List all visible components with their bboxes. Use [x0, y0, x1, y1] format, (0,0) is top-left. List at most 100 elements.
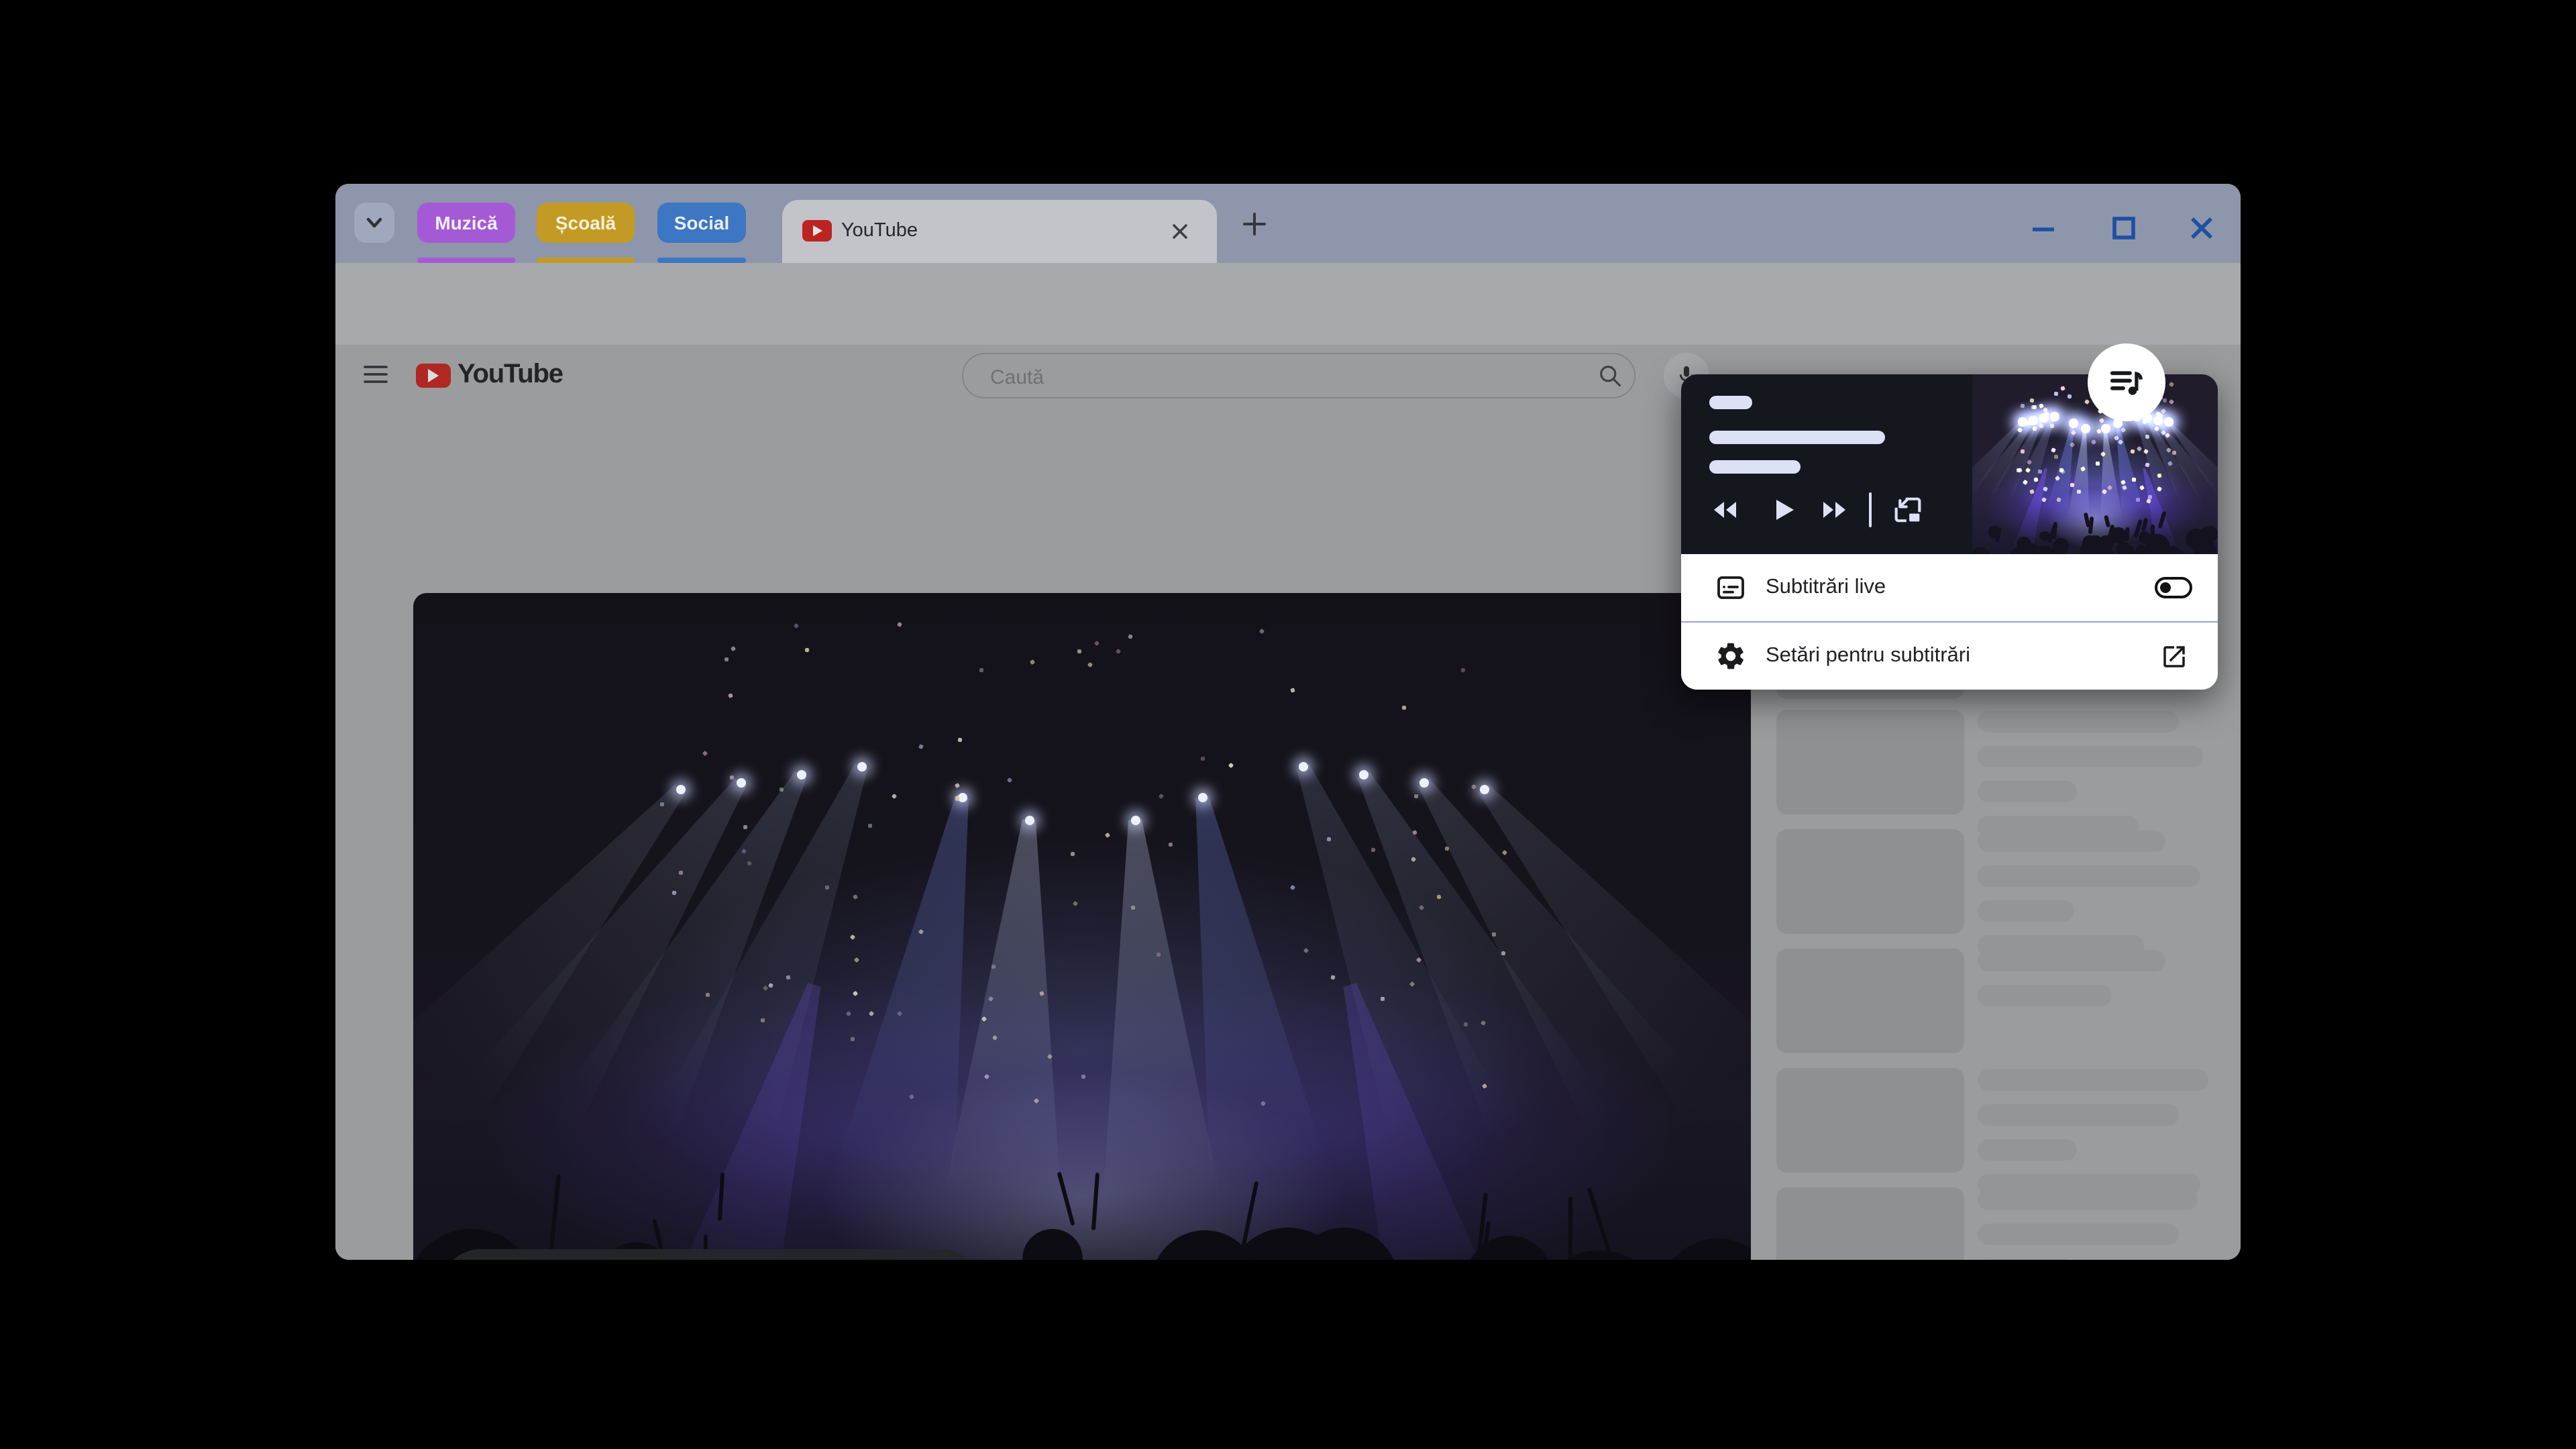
tab-group-chip-social[interactable]: Social [657, 203, 746, 243]
play-button[interactable] [1766, 492, 1801, 527]
confetti-particle [1330, 975, 1335, 980]
window-minimize-button[interactable] [2027, 212, 2059, 244]
skeleton-text-line [1978, 711, 2179, 733]
confetti-particle [2020, 403, 2025, 409]
skeleton-text-line [1978, 865, 2200, 887]
confetti-particle [2077, 490, 2082, 494]
confetti-particle [728, 692, 733, 698]
previous-track-button[interactable] [1708, 492, 1743, 527]
skeleton-text-line [1978, 1224, 2179, 1245]
confetti-particle [850, 1036, 855, 1041]
confetti-particle [1303, 947, 1309, 953]
confetti-particle [918, 743, 923, 749]
confetti-particle [659, 802, 665, 807]
confetti-particle [1228, 762, 1234, 768]
spotlight-fixture [1198, 792, 1208, 802]
tab-search-button[interactable] [354, 203, 394, 243]
tab-youtube[interactable]: YouTube [782, 200, 1217, 263]
window-maximize-button[interactable] [2108, 212, 2140, 244]
confetti-particle [2031, 405, 2036, 410]
confetti-particle [2033, 476, 2039, 482]
browser-window: Muzică Școală Social YouTube youtube.com… [335, 184, 2241, 1260]
media-controls-toolbar-button[interactable] [2088, 343, 2165, 421]
confetti-particle [852, 990, 859, 997]
confetti-particle [1258, 629, 1265, 635]
maximize-icon [2112, 217, 2135, 239]
live-caption-menu-item[interactable]: Subtitrări live [1681, 554, 2218, 621]
confetti-particle [868, 823, 873, 828]
skeleton-text-bar [1709, 460, 1801, 474]
guide-menu-button[interactable] [361, 360, 390, 389]
media-controls-popup: Subtitrări live Setări pentru subtitrări [1681, 374, 2218, 690]
confetti-particle [1167, 841, 1173, 847]
crowd-silhouette [2136, 545, 2148, 554]
skeleton-thumbnail [1776, 829, 1964, 934]
confetti-particle [678, 870, 683, 875]
tab-close-button[interactable] [1169, 220, 1191, 243]
confetti-particle [2099, 418, 2105, 424]
picture-in-picture-button[interactable] [1890, 492, 1925, 527]
confetti-particle [1081, 1074, 1085, 1079]
confetti-particle [1156, 952, 1161, 957]
tab-group-chip-scoala[interactable]: Școală [537, 203, 635, 243]
youtube-wordmark[interactable]: YouTube [458, 360, 564, 390]
confetti-particle [2050, 447, 2056, 453]
confetti-particle [1289, 884, 1295, 891]
caption-settings-menu-item[interactable]: Setări pentru subtitrări [1681, 623, 2218, 690]
skeleton-list-item [1776, 1068, 2219, 1195]
confetti-particle [2171, 449, 2176, 455]
youtube-favicon-icon [802, 220, 832, 241]
confetti-particle [2131, 478, 2137, 482]
skeleton-text-line [1978, 985, 2112, 1006]
confetti-particle [979, 668, 984, 673]
confetti-particle [786, 974, 791, 980]
confetti-particle [2029, 419, 2034, 425]
tab-group-underline-muzica [417, 258, 515, 263]
confetti-particle [729, 775, 734, 780]
skeleton-list-item [1776, 710, 2219, 837]
confetti-particle [1411, 829, 1417, 835]
tab-group-chip-muzica[interactable]: Muzică [417, 203, 515, 243]
search-input[interactable] [987, 357, 1503, 397]
new-tab-button[interactable] [1240, 209, 1269, 239]
next-track-button[interactable] [1817, 492, 1851, 527]
raised-arm-silhouette [1995, 527, 2002, 543]
confetti-particle [672, 890, 677, 896]
skeleton-text-line [1978, 746, 2203, 767]
window-close-button[interactable] [2186, 212, 2218, 244]
video-player[interactable]: Se redă pe televizorul din sufragerie [413, 593, 1751, 1260]
confetti-particle [1073, 901, 1079, 908]
tab-group-underline-scoala [537, 258, 635, 263]
open-in-new-icon [2163, 646, 2185, 667]
confetti-particle [702, 750, 708, 756]
crowd-silhouette [1534, 1250, 1665, 1260]
crowd-silhouette [1659, 1238, 1751, 1260]
confetti-particle [2060, 386, 2066, 392]
confetti-particle [730, 646, 737, 652]
confetti-particle [1086, 661, 1093, 667]
skeleton-text-line [1978, 830, 2165, 852]
confetti-particle [2038, 469, 2043, 474]
confetti-particle [1030, 659, 1036, 666]
confetti-particle [850, 934, 856, 941]
spotlight-fixture [1358, 769, 1368, 780]
menu-item-label: Setări pentru subtitrări [1766, 644, 1970, 667]
concert-video-frame [413, 593, 1751, 1260]
plus-icon [1243, 213, 1266, 235]
confetti-particle [1158, 794, 1165, 800]
confetti-particle [1380, 997, 1385, 1002]
skeleton-text-line [1978, 900, 2074, 922]
search-icon[interactable] [1597, 362, 1623, 389]
raised-arm-silhouette [1091, 1171, 1099, 1230]
raised-arm-silhouette [1587, 1187, 1616, 1260]
cast-status-overlay[interactable]: Se redă pe televizorul din sufragerie [440, 1249, 982, 1260]
confetti-particle [1071, 851, 1076, 856]
confetti-particle [2139, 484, 2145, 490]
skeleton-thumbnail [1776, 1187, 1964, 1260]
confetti-particle [2095, 462, 2100, 466]
youtube-search-box[interactable] [962, 353, 1635, 398]
youtube-logo-icon[interactable] [416, 364, 451, 388]
confetti-particle [1077, 649, 1081, 653]
skeleton-list-item [1776, 949, 2219, 1068]
live-caption-toggle[interactable] [2155, 577, 2192, 598]
